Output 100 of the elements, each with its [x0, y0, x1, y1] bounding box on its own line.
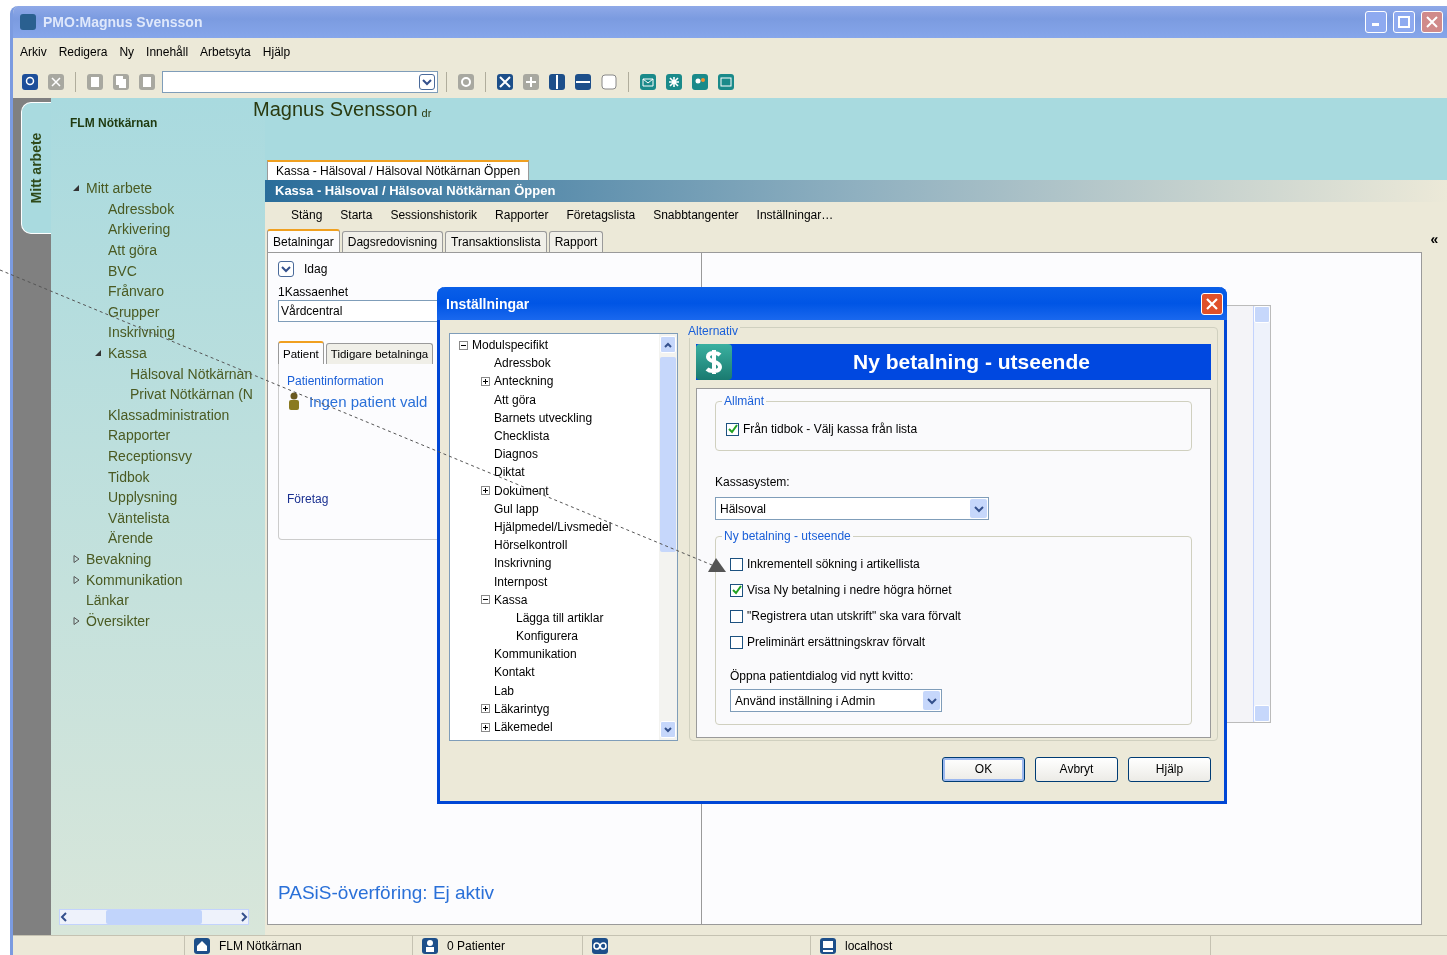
tab[interactable]: Transaktionslista: [445, 231, 547, 252]
checkbox[interactable]: [730, 583, 743, 597]
tree-item[interactable]: Upplysning: [108, 489, 178, 506]
collapse-toggle[interactable]: [481, 595, 490, 605]
dialog-button[interactable]: OK: [942, 756, 1025, 782]
document-tab[interactable]: Kassa - Hälsoval / Hälsoval Nötkärnan Öppen: [267, 160, 530, 180]
tree-item[interactable]: Adressbok: [108, 200, 175, 217]
dropdown-button[interactable]: [278, 261, 294, 277]
command-item[interactable]: Stäng: [291, 208, 323, 222]
tree-item[interactable]: Att göra: [494, 392, 537, 407]
tree-item[interactable]: Inskrivning: [108, 324, 175, 341]
tab[interactable]: Dagsredovisning: [341, 231, 444, 252]
tree-item[interactable]: Bevakning: [86, 551, 152, 567]
expand-toggle[interactable]: [481, 486, 490, 496]
menu-item[interactable]: Arbetsyta: [199, 43, 252, 61]
collapsed-triangle-icon[interactable]: [73, 555, 80, 563]
tree-item[interactable]: Diagnos: [494, 447, 539, 462]
tree-item[interactable]: Checklista: [494, 429, 550, 444]
horizontal-scrollbar[interactable]: [59, 909, 249, 925]
tree-item[interactable]: Länkar: [86, 592, 129, 609]
tab[interactable]: Betalningar: [267, 229, 340, 252]
tree-item[interactable]: Adressbok: [494, 356, 551, 371]
tree-item[interactable]: Läkemedel: [494, 720, 553, 735]
tree-item[interactable]: Läkarintyg: [494, 701, 550, 716]
tree-item[interactable]: Dokument: [494, 483, 549, 498]
tree-item[interactable]: Frånvaro: [108, 283, 165, 300]
tree-item[interactable]: Privat Nötkärnan (N: [130, 386, 253, 403]
tree-item[interactable]: Mitt arbete: [86, 180, 153, 197]
collapse-toggle[interactable]: [459, 340, 468, 350]
checkbox[interactable]: [730, 609, 743, 623]
collapse-button[interactable]: «: [1430, 230, 1439, 248]
chevron-right-icon[interactable]: [240, 912, 248, 922]
menu-item[interactable]: Arkiv: [19, 43, 48, 61]
command-item[interactable]: Sessionshistorik: [390, 208, 478, 222]
vertical-scrollbar[interactable]: [659, 334, 677, 740]
expanded-triangle-icon[interactable]: [95, 349, 102, 358]
checkbox[interactable]: [726, 422, 739, 436]
vertical-tab[interactable]: Mitt arbete: [21, 102, 51, 234]
tree-item[interactable]: Inskrivning: [494, 556, 552, 571]
search-button[interactable]: [19, 71, 41, 93]
tree-item[interactable]: Diktat: [494, 465, 525, 480]
command-item[interactable]: Inställningar…: [756, 208, 834, 222]
vertical-scrollbar[interactable]: [1253, 306, 1270, 722]
columns-button[interactable]: [546, 71, 568, 93]
expand-toggle[interactable]: [481, 704, 490, 714]
asterisk-button[interactable]: [663, 71, 685, 93]
tree-item[interactable]: Modulspecifikt: [472, 338, 549, 353]
patient-dialog-select[interactable]: Använd inställning i Admin: [730, 689, 942, 712]
checkbox[interactable]: [730, 635, 743, 649]
tree-item[interactable]: Att göra: [108, 242, 158, 259]
collapsed-triangle-icon[interactable]: [73, 616, 80, 625]
chevron-down-icon[interactable]: [664, 726, 672, 733]
checkbox[interactable]: [730, 557, 743, 571]
tree-item[interactable]: Gul lapp: [494, 501, 539, 516]
tree-item[interactable]: Tidbok: [108, 468, 150, 485]
mail-button[interactable]: [637, 71, 659, 93]
cash-system-select[interactable]: Hälsoval: [715, 497, 989, 520]
tree-item[interactable]: Hälsoval Nötkärnan: [130, 365, 253, 382]
tree-item[interactable]: Lab: [494, 683, 515, 698]
tab[interactable]: Rapport: [548, 231, 604, 252]
patient-link[interactable]: Ingen patient vald: [309, 392, 428, 410]
collapsed-triangle-icon[interactable]: [73, 575, 80, 584]
tree-item[interactable]: Rapporter: [108, 427, 171, 444]
tab[interactable]: Patient: [278, 341, 324, 364]
tree-item[interactable]: BVC: [108, 262, 137, 279]
tree-item[interactable]: Kassa: [494, 592, 528, 607]
menu-item[interactable]: Ny: [118, 43, 136, 61]
tree-item[interactable]: Kassa: [108, 345, 147, 362]
tree-item[interactable]: Lägga till artiklar: [516, 610, 604, 625]
command-item[interactable]: Företagslista: [566, 208, 636, 222]
tree-item[interactable]: Konfigurera: [516, 629, 579, 644]
tree-item[interactable]: Ärende: [108, 530, 154, 547]
expanded-triangle-icon[interactable]: [73, 184, 80, 193]
tab[interactable]: Tidigare betalninga: [325, 343, 434, 364]
tree-item[interactable]: Klassadministration: [108, 406, 230, 423]
tree-item[interactable]: Anteckning: [494, 374, 554, 389]
expand-toggle[interactable]: [481, 376, 490, 386]
tree-item[interactable]: Kommunikation: [86, 571, 183, 588]
fullscreen-button[interactable]: [494, 71, 516, 93]
search-combo[interactable]: [162, 71, 438, 93]
dialog-button[interactable]: Avbryt: [1035, 756, 1118, 782]
tree-item[interactable]: Grupper: [108, 303, 160, 320]
tree-item[interactable]: Hörselkontroll: [494, 538, 568, 553]
tree-item[interactable]: Kontakt: [494, 665, 535, 680]
tree-item[interactable]: Väntelista: [108, 509, 170, 526]
command-item[interactable]: Starta: [340, 208, 373, 222]
menu-item[interactable]: Hjälp: [261, 43, 292, 61]
tree-item[interactable]: Kommunikation: [494, 647, 577, 662]
rows-button[interactable]: [572, 71, 594, 93]
tree-item[interactable]: Översikter: [86, 612, 150, 629]
menu-item[interactable]: Redigera: [57, 43, 109, 61]
menu-item[interactable]: Innehåll: [145, 43, 190, 61]
expand-toggle[interactable]: [481, 722, 490, 732]
command-item[interactable]: Snabbtangenter: [653, 208, 739, 222]
tree-item[interactable]: Barnets utveckling: [494, 410, 593, 425]
command-item[interactable]: Rapporter: [495, 208, 549, 222]
dialog-button[interactable]: Hjälp: [1128, 756, 1211, 782]
tree-item[interactable]: Hjälpmedel/Livsmedel: [494, 519, 612, 534]
close-button[interactable]: [1421, 11, 1443, 33]
tree-item[interactable]: Arkivering: [108, 221, 171, 238]
